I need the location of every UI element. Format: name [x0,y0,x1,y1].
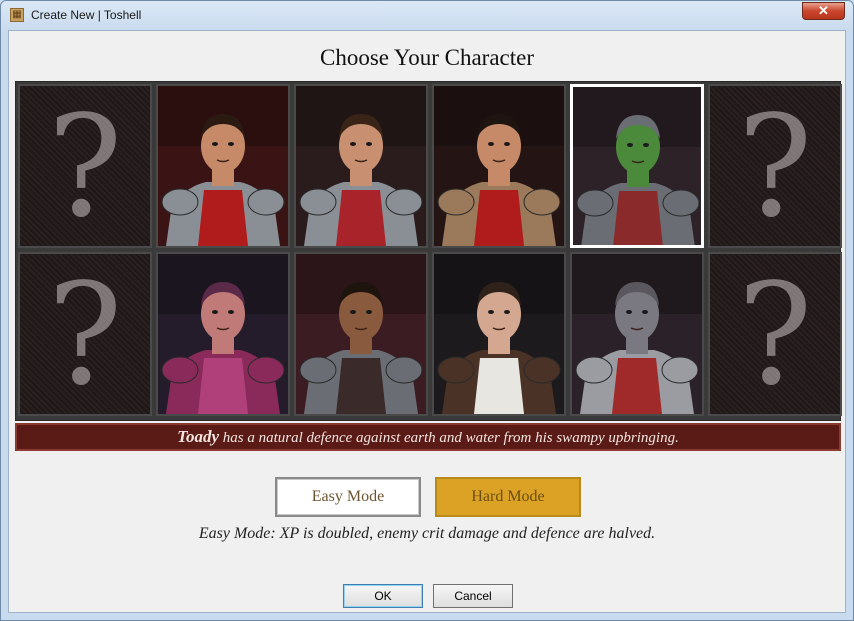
character-tile-scholar-glasses[interactable] [432,252,566,416]
character-name: Toady [177,427,219,446]
portrait-image [296,254,426,414]
portrait-image [158,254,288,414]
question-mark-icon: ? [737,254,813,416]
question-mark-icon: ? [47,254,123,416]
character-tile-warrior-woman[interactable] [294,84,428,248]
close-button[interactable]: ✕ [802,2,845,20]
question-mark-icon: ? [737,86,813,248]
character-tile-dwarf-purple[interactable] [156,252,290,416]
character-tile-toady[interactable] [570,84,704,248]
character-tile-fighter-bare[interactable] [294,252,428,416]
portrait-image [434,86,564,246]
character-tile-warrior-red[interactable] [156,84,290,248]
character-tile-cat[interactable] [570,252,704,416]
character-tile-unknown-2[interactable]: ? [708,84,842,248]
page-title: Choose Your Character [320,45,534,70]
question-mark-icon: ? [47,86,123,248]
window-title: Create New | Toshell [31,8,142,22]
portrait-image [296,86,426,246]
ok-button[interactable]: OK [343,584,423,608]
portrait-image [158,86,288,246]
portrait-image [434,254,564,414]
dialog-content: Choose Your Character ???? Toady has a n… [8,30,846,613]
character-tile-unknown-1[interactable]: ? [18,84,152,248]
easy-mode-button[interactable]: Easy Mode [275,477,421,517]
cancel-button[interactable]: Cancel [433,584,513,608]
mode-description: Easy Mode: XP is doubled, enemy crit dam… [198,525,656,542]
hard-mode-button[interactable]: Hard Mode [435,477,581,517]
title-bar[interactable]: ▦ Create New | Toshell ✕ [1,1,853,29]
dialog-window: ▦ Create New | Toshell ✕ Choose Your Cha… [0,0,854,621]
app-icon: ▦ [10,8,24,22]
portrait-image [572,254,702,414]
character-tile-unknown-4[interactable]: ? [708,252,842,416]
portrait-image [573,87,701,245]
character-description: Toady has a natural defence against eart… [15,423,841,451]
character-tile-unknown-3[interactable]: ? [18,252,152,416]
character-grid: ???? [15,81,842,421]
character-tile-warrior-scar[interactable] [432,84,566,248]
character-description-text: has a natural defence against earth and … [219,430,679,446]
